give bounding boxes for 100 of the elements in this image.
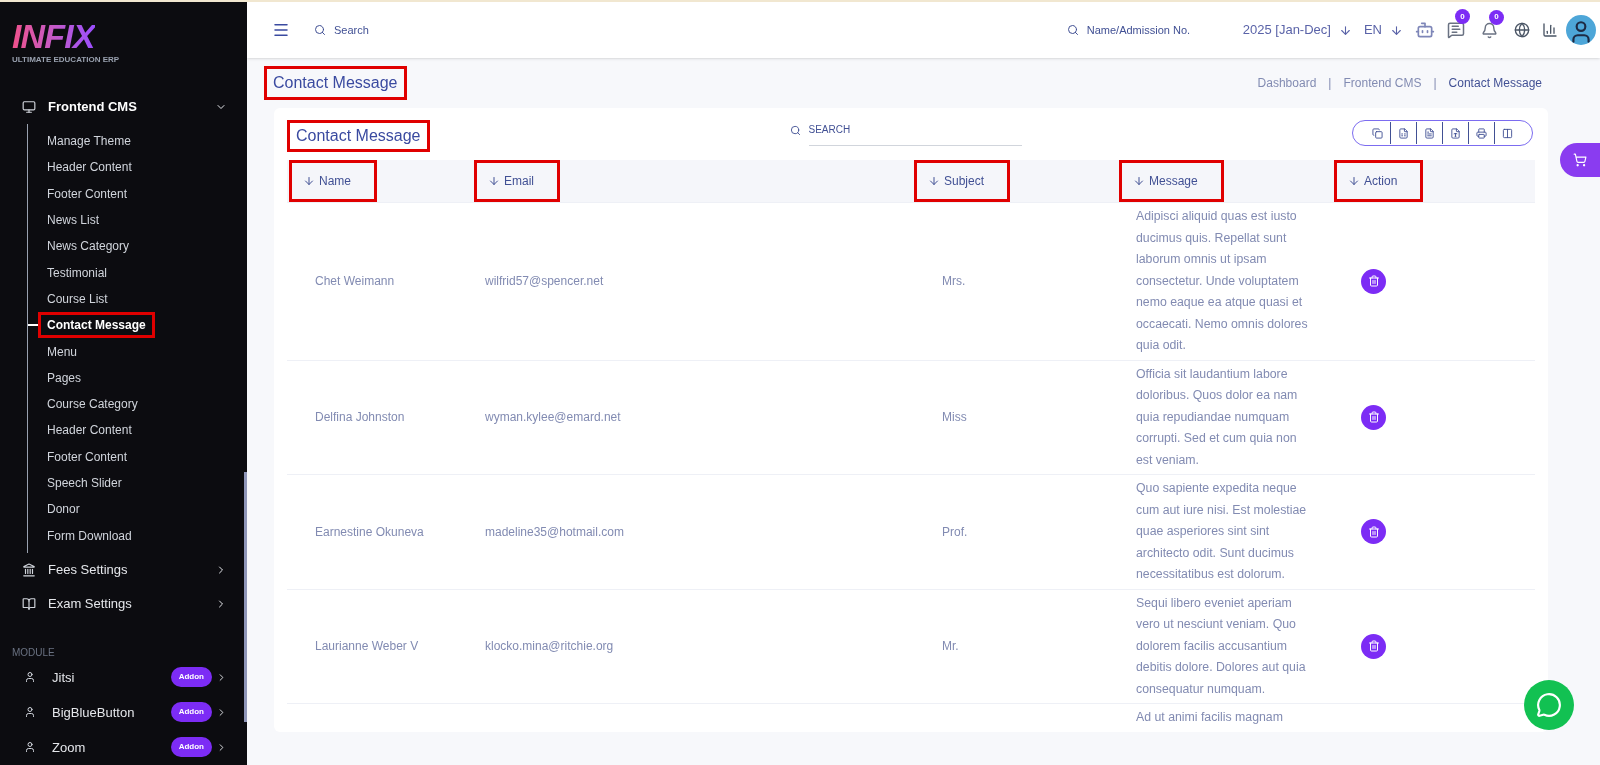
group-icon — [22, 100, 36, 114]
sidebar-item[interactable]: Menu — [38, 338, 87, 365]
chat-icon[interactable] — [1447, 21, 1465, 39]
table-cell: wilfrid57@spencer.net — [485, 274, 604, 289]
delete-button[interactable] — [1361, 633, 1386, 659]
arrow-down-icon — [488, 175, 500, 187]
sidebar-item[interactable]: Speech Slider — [38, 470, 131, 496]
table-search-field[interactable]: SEARCH — [808, 122, 1022, 146]
sidebar-item[interactable]: Course Category — [38, 391, 147, 418]
table-cell: Earnestine Okuneva — [315, 524, 424, 539]
arrow-down-icon — [303, 175, 315, 187]
sidebar-module[interactable]: Jitsi Addon — [0, 659, 247, 695]
table-cell: madeline35@hotmail.com — [485, 524, 624, 539]
sidebar-item[interactable]: Footer Content — [38, 443, 137, 470]
trash-icon — [1367, 640, 1380, 653]
table-cell: Miss — [942, 410, 967, 425]
sidebar-module[interactable]: BigBlueButton Addon — [0, 694, 247, 730]
trash-icon — [1367, 275, 1380, 288]
search-field[interactable]: Search — [334, 21, 534, 39]
count-badge: 0 — [1489, 9, 1504, 25]
column-header[interactable]: Action — [1334, 160, 1424, 202]
search-icon — [789, 125, 801, 136]
trash-icon — [1367, 411, 1380, 424]
search-icon — [1066, 24, 1079, 36]
breadcrumb-separator: | — [1328, 75, 1332, 92]
cart-button[interactable] — [1560, 143, 1600, 177]
student-search-field[interactable]: Name/Admission No. — [1086, 21, 1227, 39]
cart-icon — [1573, 153, 1587, 167]
year-selector[interactable]: 2025 [Jan-Dec] — [1242, 20, 1352, 40]
table-cell: Delfina Johnston — [315, 410, 405, 425]
message-cell-text: Ad ut animi facilis magnam — [1136, 709, 1284, 726]
menu-icon[interactable] — [272, 21, 290, 39]
document-icon — [1424, 127, 1435, 139]
addon-badge: Addon — [170, 667, 212, 688]
addon-badge: Addon — [170, 702, 212, 723]
sidebar-item[interactable]: Contact Message — [38, 312, 155, 339]
sidebar-group[interactable]: Fees Settings — [0, 552, 247, 587]
table-cell: Chet Weimann — [315, 274, 395, 289]
pdf-icon — [1450, 127, 1461, 139]
arrow-down-icon — [1133, 175, 1145, 187]
bell-icon[interactable] — [1481, 21, 1498, 39]
sidebar-module[interactable]: Zoom Addon — [0, 729, 247, 765]
sidebar-group[interactable]: Exam Settings — [0, 586, 247, 621]
table-cell: Laurianne Weber V — [315, 639, 419, 654]
avatar[interactable] — [1566, 15, 1596, 45]
message-cell-text: Quo sapiente expedita neque cum aut iure nisi. Est molestiae quae asperiores sint sint architecto odit. Sunt ducimus necessitatibus est dolorum. — [1136, 480, 1308, 583]
column-header[interactable]: Name — [289, 160, 377, 202]
column-header[interactable]: Message — [1119, 160, 1224, 202]
arrow-down-icon — [1348, 175, 1360, 187]
breadcrumb-link[interactable]: Contact Message — [1448, 74, 1542, 92]
globe-icon[interactable] — [1514, 22, 1530, 38]
chat-bubble-icon — [1536, 692, 1562, 718]
table-cell: Mr. — [942, 639, 959, 654]
search-icon — [314, 24, 326, 36]
breadcrumb-separator: | — [1433, 75, 1437, 92]
table-cell: Mrs. — [942, 274, 966, 289]
active-marker — [28, 324, 38, 327]
delete-button[interactable] — [1361, 404, 1386, 430]
message-cell-text: Sequi libero eveniet aperiam vero ut nesciunt veniam. Quo dolorem facilis accusantium debitis dolore. Dolores aut quia consequatur numquam. — [1136, 594, 1307, 698]
person-icon — [24, 706, 36, 719]
sidebar-item[interactable]: News List — [38, 207, 108, 234]
arrow-down-icon — [1390, 23, 1403, 37]
sidebar-group[interactable]: Frontend CMS — [0, 90, 247, 124]
sidebar-item[interactable]: Manage Theme — [38, 128, 140, 155]
count-badge: 0 — [1455, 9, 1470, 24]
sidebar-item[interactable]: Pages — [38, 364, 91, 391]
group-icon — [22, 562, 36, 577]
column-header[interactable]: Subject — [914, 160, 1011, 202]
print-icon — [1476, 127, 1487, 139]
delete-button[interactable] — [1361, 519, 1386, 545]
trash-icon — [1367, 525, 1380, 538]
column-header[interactable]: Email — [474, 160, 560, 202]
delete-button[interactable] — [1361, 268, 1386, 294]
scroll-thumb[interactable] — [244, 472, 247, 722]
sidebar-item[interactable]: Form Download — [38, 522, 141, 549]
table-cell: Prof. — [942, 524, 968, 539]
message-cell-text: Adipisci aliquid quas est iusto ducimus quis. Repellat sunt laborum omnis ut ipsam consectetur. Unde voluptatem nemo eaque ea atque quasi et occaecati. Nemo omnis dolores quia odit. — [1136, 208, 1308, 354]
chart-icon[interactable] — [1542, 22, 1558, 38]
table-cell: klocko.mina@ritchie.org — [485, 639, 614, 654]
columns-icon — [1502, 127, 1513, 139]
page-title: Contact Message — [264, 66, 407, 100]
spreadsheet-icon — [1398, 127, 1409, 139]
sidebar-item[interactable]: Header Content — [38, 417, 141, 444]
robot-icon[interactable] — [1415, 20, 1435, 40]
sidebar-item[interactable]: News Category — [38, 233, 139, 260]
language-selector[interactable]: EN — [1363, 20, 1403, 40]
sidebar-item[interactable]: Donor — [38, 496, 89, 523]
group-icon — [22, 596, 36, 611]
message-cell-text: Officia sit laudantium labore doloribus. Quos dolor ea nam quia repudiandae numquam corrupti. Sed et cum quia non est veniam. — [1136, 365, 1299, 469]
card-title: Contact Message — [287, 120, 430, 152]
sidebar-item[interactable]: Testimonial — [38, 259, 117, 286]
table-cell: wyman.kylee@emard.net — [485, 410, 621, 425]
arrow-down-icon — [1338, 23, 1352, 37]
person-icon — [24, 741, 36, 754]
person-icon — [24, 671, 36, 684]
sidebar-item[interactable]: Course List — [38, 285, 117, 312]
copy-icon — [1372, 127, 1383, 139]
sidebar-item[interactable]: Footer Content — [38, 180, 137, 207]
logo-tagline: ULTIMATE EDUCATION ERP — [12, 54, 120, 66]
sidebar-item[interactable]: Header Content — [38, 154, 141, 181]
